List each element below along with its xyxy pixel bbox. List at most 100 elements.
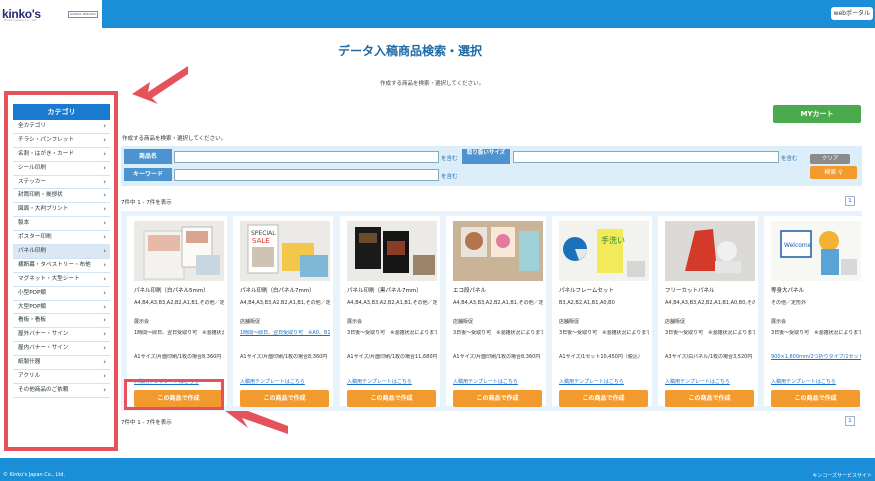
chevron-right-icon: › (103, 274, 106, 283)
chevron-right-icon: › (103, 260, 106, 269)
sidebar-item[interactable]: その他商品のご依頼 › (13, 383, 110, 398)
search-button[interactable]: 検索 ⚲ (810, 166, 857, 179)
product-delivery[interactable]: 1時間〜即日、翌日受取り可 ※A0、B1、B0は要相談… (240, 330, 330, 344)
sidebar-item-label: 横断幕・タペストリー・布他 (18, 261, 91, 268)
sidebar-item[interactable]: アクリル › (13, 370, 110, 384)
product-image[interactable]: Welcome (771, 221, 861, 281)
sidebar-item-label: パネル印刷 (18, 248, 46, 255)
product-image[interactable] (347, 221, 437, 281)
template-link[interactable]: 入稿用テンプレートはこちら (665, 378, 730, 385)
create-with-product-button[interactable]: この商品で作成 (771, 390, 860, 407)
footer-link[interactable]: キンコーズサービスサイト (812, 472, 872, 479)
create-with-product-button[interactable]: この商品で作成 (240, 390, 329, 407)
sidebar-item[interactable]: 製本 › (13, 217, 110, 232)
sidebar-item[interactable]: パネル印刷 › (13, 245, 110, 259)
sidebar-item-label: 封筒印刷・挨拶状 (18, 192, 63, 199)
chevron-right-icon: › (103, 247, 106, 256)
search-icon: ⚲ (838, 169, 843, 176)
template-link[interactable]: 入稿用テンプレートはこちら (347, 378, 412, 385)
page-title: データ入稿商品検索・選択 (338, 44, 483, 58)
product-name: フリーカットパネル (665, 288, 715, 294)
svg-text:SALE: SALE (252, 237, 270, 245)
template-link[interactable]: 入稿用テンプレートはこちら (453, 378, 518, 385)
product-price: A3サイズ/白パネル/1枚の場合3,520円（税込） (665, 354, 755, 360)
sidebar-item[interactable]: マグネット・大型シート › (13, 272, 110, 287)
chevron-right-icon: › (103, 302, 106, 311)
product-name: パネル印刷（白パネル5mm） (134, 288, 209, 294)
logo[interactable]: kinko's Kinko's Japan Co., Ltd. KONICA M… (0, 0, 102, 28)
sidebar-item-label: 大型POP類 (18, 303, 46, 310)
copyright-text: © Kinko's Japan Co., Ltd. (3, 472, 66, 478)
product-price: A1サイズ/1セット10,450円（税込） (559, 354, 643, 360)
create-with-product-button[interactable]: この商品で作成 (665, 390, 754, 407)
product-delivery: 3日後〜受取り可 ※混雑状況によります (771, 330, 861, 336)
sidebar-item-label: アクリル (18, 373, 41, 380)
product-image[interactable] (665, 221, 755, 281)
pagination-page[interactable]: 1 (845, 196, 855, 206)
sidebar-item-label: 名刺・はがき・カード (18, 150, 74, 157)
product-price[interactable]: 900×1,800mm/2つ折りタイプ/1セット19,5… (771, 354, 861, 368)
product-usage: 店舗販促 (453, 319, 474, 325)
sidebar-item-label: 紙製什器 (18, 359, 41, 366)
chevron-right-icon: › (103, 177, 106, 186)
product-image[interactable] (134, 221, 224, 281)
sidebar-item-label: 製本 (18, 220, 30, 227)
sidebar-item[interactable]: チラシ・パンフレット › (13, 133, 110, 148)
product-image[interactable]: 手洗い (559, 221, 649, 281)
sidebar-item[interactable]: 図面・大判プリント › (13, 203, 110, 218)
result-count: 7件中 1 - 7件を表示 (121, 200, 172, 206)
webportal-button[interactable]: webポータル (830, 7, 873, 20)
sidebar-item[interactable]: 全カテゴリ › (13, 120, 110, 134)
template-link[interactable]: 入稿用テンプレートはこちら (771, 378, 836, 385)
product-usage: 店舗販促 (665, 319, 686, 325)
sidebar-item[interactable]: 封筒印刷・挨拶状 › (13, 189, 110, 204)
product-image[interactable]: SPECIAL SALE (240, 221, 330, 281)
my-cart-button[interactable]: MYカート (773, 105, 861, 123)
create-with-product-button[interactable]: この商品で作成 (347, 390, 436, 407)
chevron-right-icon: › (103, 135, 106, 144)
clear-button[interactable]: クリア (810, 154, 850, 164)
sidebar-item-label: マグネット・大型シート (18, 275, 80, 282)
sidebar-item[interactable]: 屋外バナー・サイン › (13, 328, 110, 343)
product-grid: パネル印刷（白パネル5mm） A4,B4,A3,B3,A2,B2,A1,B1,その… (121, 211, 864, 411)
svg-text:Welcome: Welcome (784, 242, 812, 249)
product-sizes: B3,A2,B2,A1,B1,A0,B0 (559, 300, 615, 306)
sidebar-item[interactable]: 横断幕・タペストリー・布他 › (13, 258, 110, 273)
template-link[interactable]: 入稿用テンプレートはこちら (240, 378, 305, 385)
sidebar-item[interactable]: 名刺・はがき・カード › (13, 147, 110, 162)
category-heading: カテゴリ (13, 104, 110, 120)
sidebar-item[interactable]: ステッカー › (13, 175, 110, 190)
sidebar-item[interactable]: 看板・看板 › (13, 314, 110, 329)
sidebar-item[interactable]: 紙製什器 › (13, 356, 110, 371)
sidebar-item[interactable]: 大型POP類 › (13, 300, 110, 315)
sidebar-item-label: その他商品のご依頼 (18, 386, 69, 393)
product-price: A1サイズ/片面印刷/1枚の場合8,360円（税込） (240, 354, 330, 360)
pagination-page[interactable]: 1 (845, 416, 855, 426)
sidebar-item-label: 屋外バナー・サイン (18, 331, 69, 338)
sidebar-item[interactable]: 屋内バナー・サイン › (13, 342, 110, 357)
product-name: パネル印刷（白パネル7mm） (240, 288, 315, 294)
product-delivery: 3日後〜受取り可 ※混雑状況によります (347, 330, 437, 336)
chevron-right-icon: › (103, 191, 106, 200)
product-usage: 店舗販促 (559, 319, 580, 325)
product-name: パネルフレームセット (559, 288, 614, 294)
product-usage: 展示会 (347, 319, 363, 325)
sidebar-item[interactable]: 小型POP類 › (13, 286, 110, 301)
product-usage: 店舗販促 (240, 319, 261, 325)
template-link[interactable]: 入稿用テンプレートはこちら (559, 378, 624, 385)
create-with-product-button[interactable]: この商品で作成 (559, 390, 648, 407)
keyword-input[interactable] (174, 169, 439, 181)
sidebar-item[interactable]: ポスター印刷 › (13, 231, 110, 246)
product-sizes: A4,B4,A3,B3,A2,B2,A1,B1,その他／定形外 (347, 300, 437, 306)
product-image[interactable] (453, 221, 543, 281)
sidebar-item-label: 小型POP類 (18, 289, 46, 296)
size-input[interactable] (513, 151, 779, 163)
product-name-input[interactable] (174, 151, 439, 163)
sidebar-item-label: シール印刷 (18, 164, 46, 171)
product-sizes: その他／定形外 (771, 300, 807, 306)
button-highlight-box (124, 379, 224, 410)
create-with-product-button[interactable]: この商品で作成 (453, 390, 542, 407)
chevron-right-icon: › (103, 288, 106, 297)
sidebar-item[interactable]: シール印刷 › (13, 161, 110, 176)
product-delivery: 3日後〜受取り可 ※混雑状況によります (559, 330, 649, 336)
